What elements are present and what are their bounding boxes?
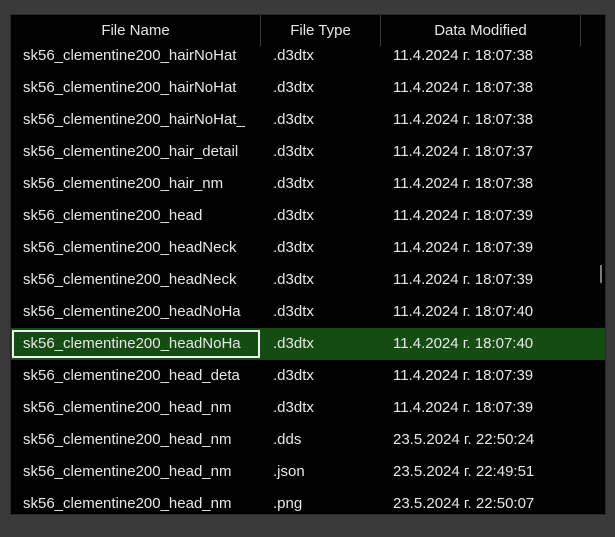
file-type-cell: .d3dtx bbox=[273, 399, 314, 416]
file-name-cell: sk56_clementine200_headNeck bbox=[23, 239, 237, 256]
file-list-panel: File Name File Type Data Modified sk56_c… bbox=[10, 14, 606, 515]
file-type-cell: .dds bbox=[273, 431, 302, 448]
file-row[interactable]: sk56_clementine200_hair_detail .d3dtx 11.4… bbox=[11, 136, 605, 168]
file-row[interactable]: sk56_clementine200_headNoHa .d3dtx 11.4.20… bbox=[11, 328, 605, 360]
date-modified-cell: 11.4.2024 г. 18:07:38 bbox=[393, 175, 534, 192]
date-modified-cell: 23.5.2024 г. 22:50:24 bbox=[393, 431, 535, 448]
file-name-cell: sk56_clementine200_head_deta bbox=[23, 367, 240, 384]
column-header-file-type[interactable]: File Type bbox=[261, 15, 381, 46]
file-list-rows: sk56_clementine200_hairNoHat .d3dtx 11.4.2… bbox=[11, 40, 605, 514]
file-name-cell: sk56_clementine200_head_nm bbox=[23, 431, 232, 448]
file-row[interactable]: sk56_clementine200_head_nm .dds 23.5.2024 … bbox=[11, 424, 605, 456]
date-modified-cell: 23.5.2024 г. 22:50:07 bbox=[393, 495, 535, 512]
column-header-filler bbox=[581, 15, 605, 46]
file-row[interactable]: sk56_clementine200_headNeck .d3dtx 11.4.20… bbox=[11, 264, 605, 296]
file-type-cell: .d3dtx bbox=[273, 239, 314, 256]
date-modified-cell: 11.4.2024 г. 18:07:39 bbox=[393, 271, 534, 288]
file-type-cell: .d3dtx bbox=[273, 271, 314, 288]
file-name-cell: sk56_clementine200_hair_detail bbox=[23, 143, 239, 160]
date-modified-cell: 11.4.2024 г. 18:07:38 bbox=[393, 111, 534, 128]
file-row[interactable]: sk56_clementine200_head .d3dtx 11.4.2024 г… bbox=[11, 200, 605, 232]
file-name-cell: sk56_clementine200_headNoHa bbox=[23, 335, 241, 352]
file-name-cell: sk56_clementine200_headNoHa bbox=[23, 303, 241, 320]
file-row[interactable]: sk56_clementine200_headNoHa .d3dtx 11.4.20… bbox=[11, 296, 605, 328]
date-modified-cell: 11.4.2024 г. 18:07:39 bbox=[393, 399, 534, 416]
file-list-header: File Name File Type Data Modified bbox=[11, 15, 605, 46]
date-modified-cell: 11.4.2024 г. 18:07:38 bbox=[393, 79, 534, 96]
date-modified-cell: 11.4.2024 г. 18:07:39 bbox=[393, 367, 534, 384]
file-name-cell: sk56_clementine200_hairNoHat bbox=[23, 79, 237, 96]
file-row[interactable]: sk56_clementine200_hairNoHat_ .d3dtx 11.4.… bbox=[11, 104, 605, 136]
file-type-cell: .d3dtx bbox=[273, 207, 314, 224]
file-name-cell: sk56_clementine200_head bbox=[23, 207, 203, 224]
file-type-cell: .d3dtx bbox=[273, 335, 314, 352]
file-row[interactable]: sk56_clementine200_hair_nm .d3dtx 11.4.202… bbox=[11, 168, 605, 200]
date-modified-cell: 11.4.2024 г. 18:07:37 bbox=[393, 143, 534, 160]
file-type-cell: .d3dtx bbox=[273, 175, 314, 192]
file-row[interactable]: sk56_clementine200_head_deta .d3dtx 11.4.2… bbox=[11, 360, 605, 392]
file-type-cell: .d3dtx bbox=[273, 367, 314, 384]
file-type-cell: .png bbox=[273, 495, 303, 512]
file-type-cell: .d3dtx bbox=[273, 79, 314, 96]
vertical-scrollbar-thumb[interactable] bbox=[600, 265, 602, 283]
file-name-cell: sk56_clementine200_head_nm bbox=[23, 399, 232, 416]
file-row[interactable]: sk56_clementine200_headNeck .d3dtx 11.4.20… bbox=[11, 232, 605, 264]
file-row[interactable]: sk56_clementine200_head_nm .png 23.5.2024 … bbox=[11, 488, 605, 514]
file-name-cell: sk56_clementine200_hairNoHat_ bbox=[23, 111, 245, 128]
date-modified-cell: 11.4.2024 г. 18:07:39 bbox=[393, 207, 534, 224]
file-row[interactable]: sk56_clementine200_head_nm .d3dtx 11.4.202… bbox=[11, 392, 605, 424]
file-row[interactable]: sk56_clementine200_head_nm .json 23.5.2024… bbox=[11, 456, 605, 488]
file-type-cell: .d3dtx bbox=[273, 303, 314, 320]
column-header-file-name[interactable]: File Name bbox=[11, 15, 261, 46]
date-modified-cell: 11.4.2024 г. 18:07:39 bbox=[393, 239, 534, 256]
file-name-cell: sk56_clementine200_head_nm bbox=[23, 463, 232, 480]
date-modified-cell: 11.4.2024 г. 18:07:40 bbox=[393, 335, 534, 352]
date-modified-cell: 11.4.2024 г. 18:07:40 bbox=[393, 303, 534, 320]
date-modified-cell: 23.5.2024 г. 22:49:51 bbox=[393, 463, 535, 480]
file-type-cell: .d3dtx bbox=[273, 111, 314, 128]
file-name-cell: sk56_clementine200_hair_nm bbox=[23, 175, 224, 192]
file-row[interactable]: sk56_clementine200_hairNoHat .d3dtx 11.4.2… bbox=[11, 72, 605, 104]
file-name-cell: sk56_clementine200_head_nm bbox=[23, 495, 232, 512]
file-type-cell: .json bbox=[273, 463, 305, 480]
column-header-date-modified[interactable]: Data Modified bbox=[381, 15, 581, 46]
file-type-cell: .d3dtx bbox=[273, 143, 314, 160]
file-name-cell: sk56_clementine200_headNeck bbox=[23, 271, 237, 288]
